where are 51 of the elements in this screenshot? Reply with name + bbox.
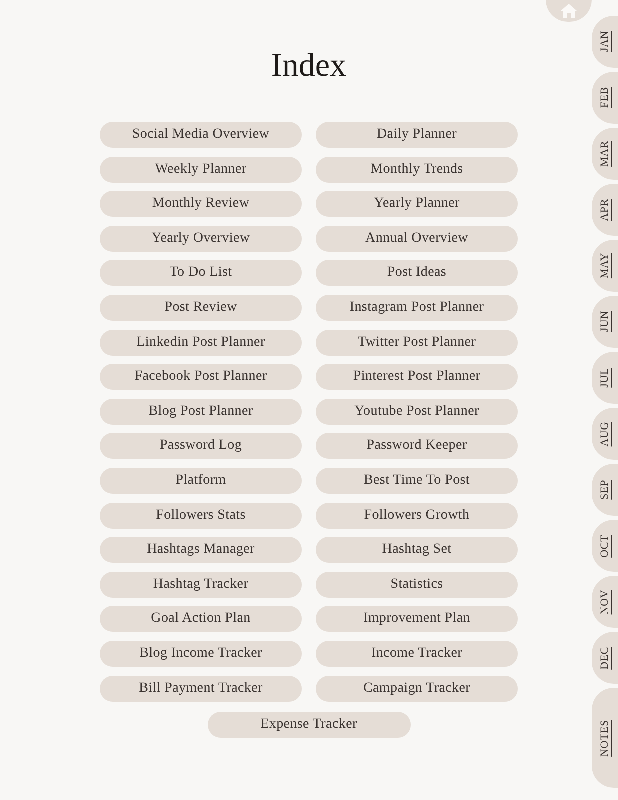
index-link[interactable]: Monthly Trends bbox=[316, 156, 518, 183]
index-link[interactable]: Followers Stats bbox=[100, 502, 302, 529]
month-tab[interactable]: FEB bbox=[592, 72, 618, 124]
index-link[interactable]: Income Tracker bbox=[316, 640, 518, 667]
index-link[interactable]: Improvement Plan bbox=[316, 606, 518, 632]
month-tab[interactable]: OCT bbox=[592, 520, 618, 572]
index-link[interactable]: Expense Tracker bbox=[208, 712, 410, 738]
index-link[interactable]: Blog Post Planner bbox=[100, 398, 302, 425]
index-link[interactable]: Post Ideas bbox=[316, 260, 518, 286]
month-tab[interactable]: MAY bbox=[592, 240, 618, 292]
index-link[interactable]: Daily Planner bbox=[316, 122, 518, 148]
index-link[interactable]: Linkedin Post Planner bbox=[100, 330, 302, 356]
index-link[interactable]: To Do List bbox=[100, 260, 302, 286]
month-tab[interactable]: APR bbox=[592, 184, 618, 236]
home-tab[interactable] bbox=[546, 0, 592, 22]
index-link[interactable]: Annual Overview bbox=[316, 226, 518, 252]
home-icon bbox=[560, 3, 578, 19]
index-link[interactable]: Social Media Overview bbox=[100, 122, 302, 148]
index-link[interactable]: Youtube Post Planner bbox=[316, 398, 518, 425]
month-tab[interactable]: AUG bbox=[592, 408, 618, 460]
notes-tab[interactable]: NOTES bbox=[592, 688, 618, 788]
index-link[interactable]: Post Review bbox=[100, 294, 302, 321]
index-link[interactable]: Bill Payment Tracker bbox=[100, 676, 302, 702]
index-link[interactable]: Password Keeper bbox=[316, 433, 518, 460]
index-link[interactable]: Hashtags Manager bbox=[100, 537, 302, 564]
index-link[interactable]: Twitter Post Planner bbox=[316, 330, 518, 356]
month-tab[interactable]: SEP bbox=[592, 464, 618, 516]
index-link[interactable]: Blog Income Tracker bbox=[100, 640, 302, 667]
index-link[interactable]: Yearly Overview bbox=[100, 226, 302, 252]
index-link[interactable]: Yearly Planner bbox=[316, 191, 518, 218]
index-link[interactable]: Best Time To Post bbox=[316, 468, 518, 494]
month-tab[interactable]: JUL bbox=[592, 352, 618, 404]
index-link[interactable]: Platform bbox=[100, 468, 302, 494]
month-tab[interactable]: DEC bbox=[592, 632, 618, 684]
index-link[interactable]: Statistics bbox=[316, 572, 518, 598]
index-link[interactable]: Instagram Post Planner bbox=[316, 294, 518, 321]
index-link[interactable]: Campaign Tracker bbox=[316, 676, 518, 702]
month-tab[interactable]: MAR bbox=[592, 128, 618, 180]
index-link[interactable]: Weekly Planner bbox=[100, 156, 302, 183]
month-tab[interactable]: JAN bbox=[592, 16, 618, 68]
index-link[interactable]: Goal Action Plan bbox=[100, 606, 302, 632]
month-tab[interactable]: JUN bbox=[592, 296, 618, 348]
month-tab[interactable]: NOV bbox=[592, 576, 618, 628]
index-link[interactable]: Hashtag Tracker bbox=[100, 572, 302, 598]
index-link[interactable]: Monthly Review bbox=[100, 191, 302, 218]
index-link[interactable]: Followers Growth bbox=[316, 502, 518, 529]
page-title: Index bbox=[270, 47, 348, 86]
index-link[interactable]: Facebook Post Planner bbox=[100, 364, 302, 390]
index-link[interactable]: Password Log bbox=[100, 433, 302, 460]
index-link[interactable]: Hashtag Set bbox=[316, 537, 518, 564]
index-link[interactable]: Pinterest Post Planner bbox=[316, 364, 518, 390]
